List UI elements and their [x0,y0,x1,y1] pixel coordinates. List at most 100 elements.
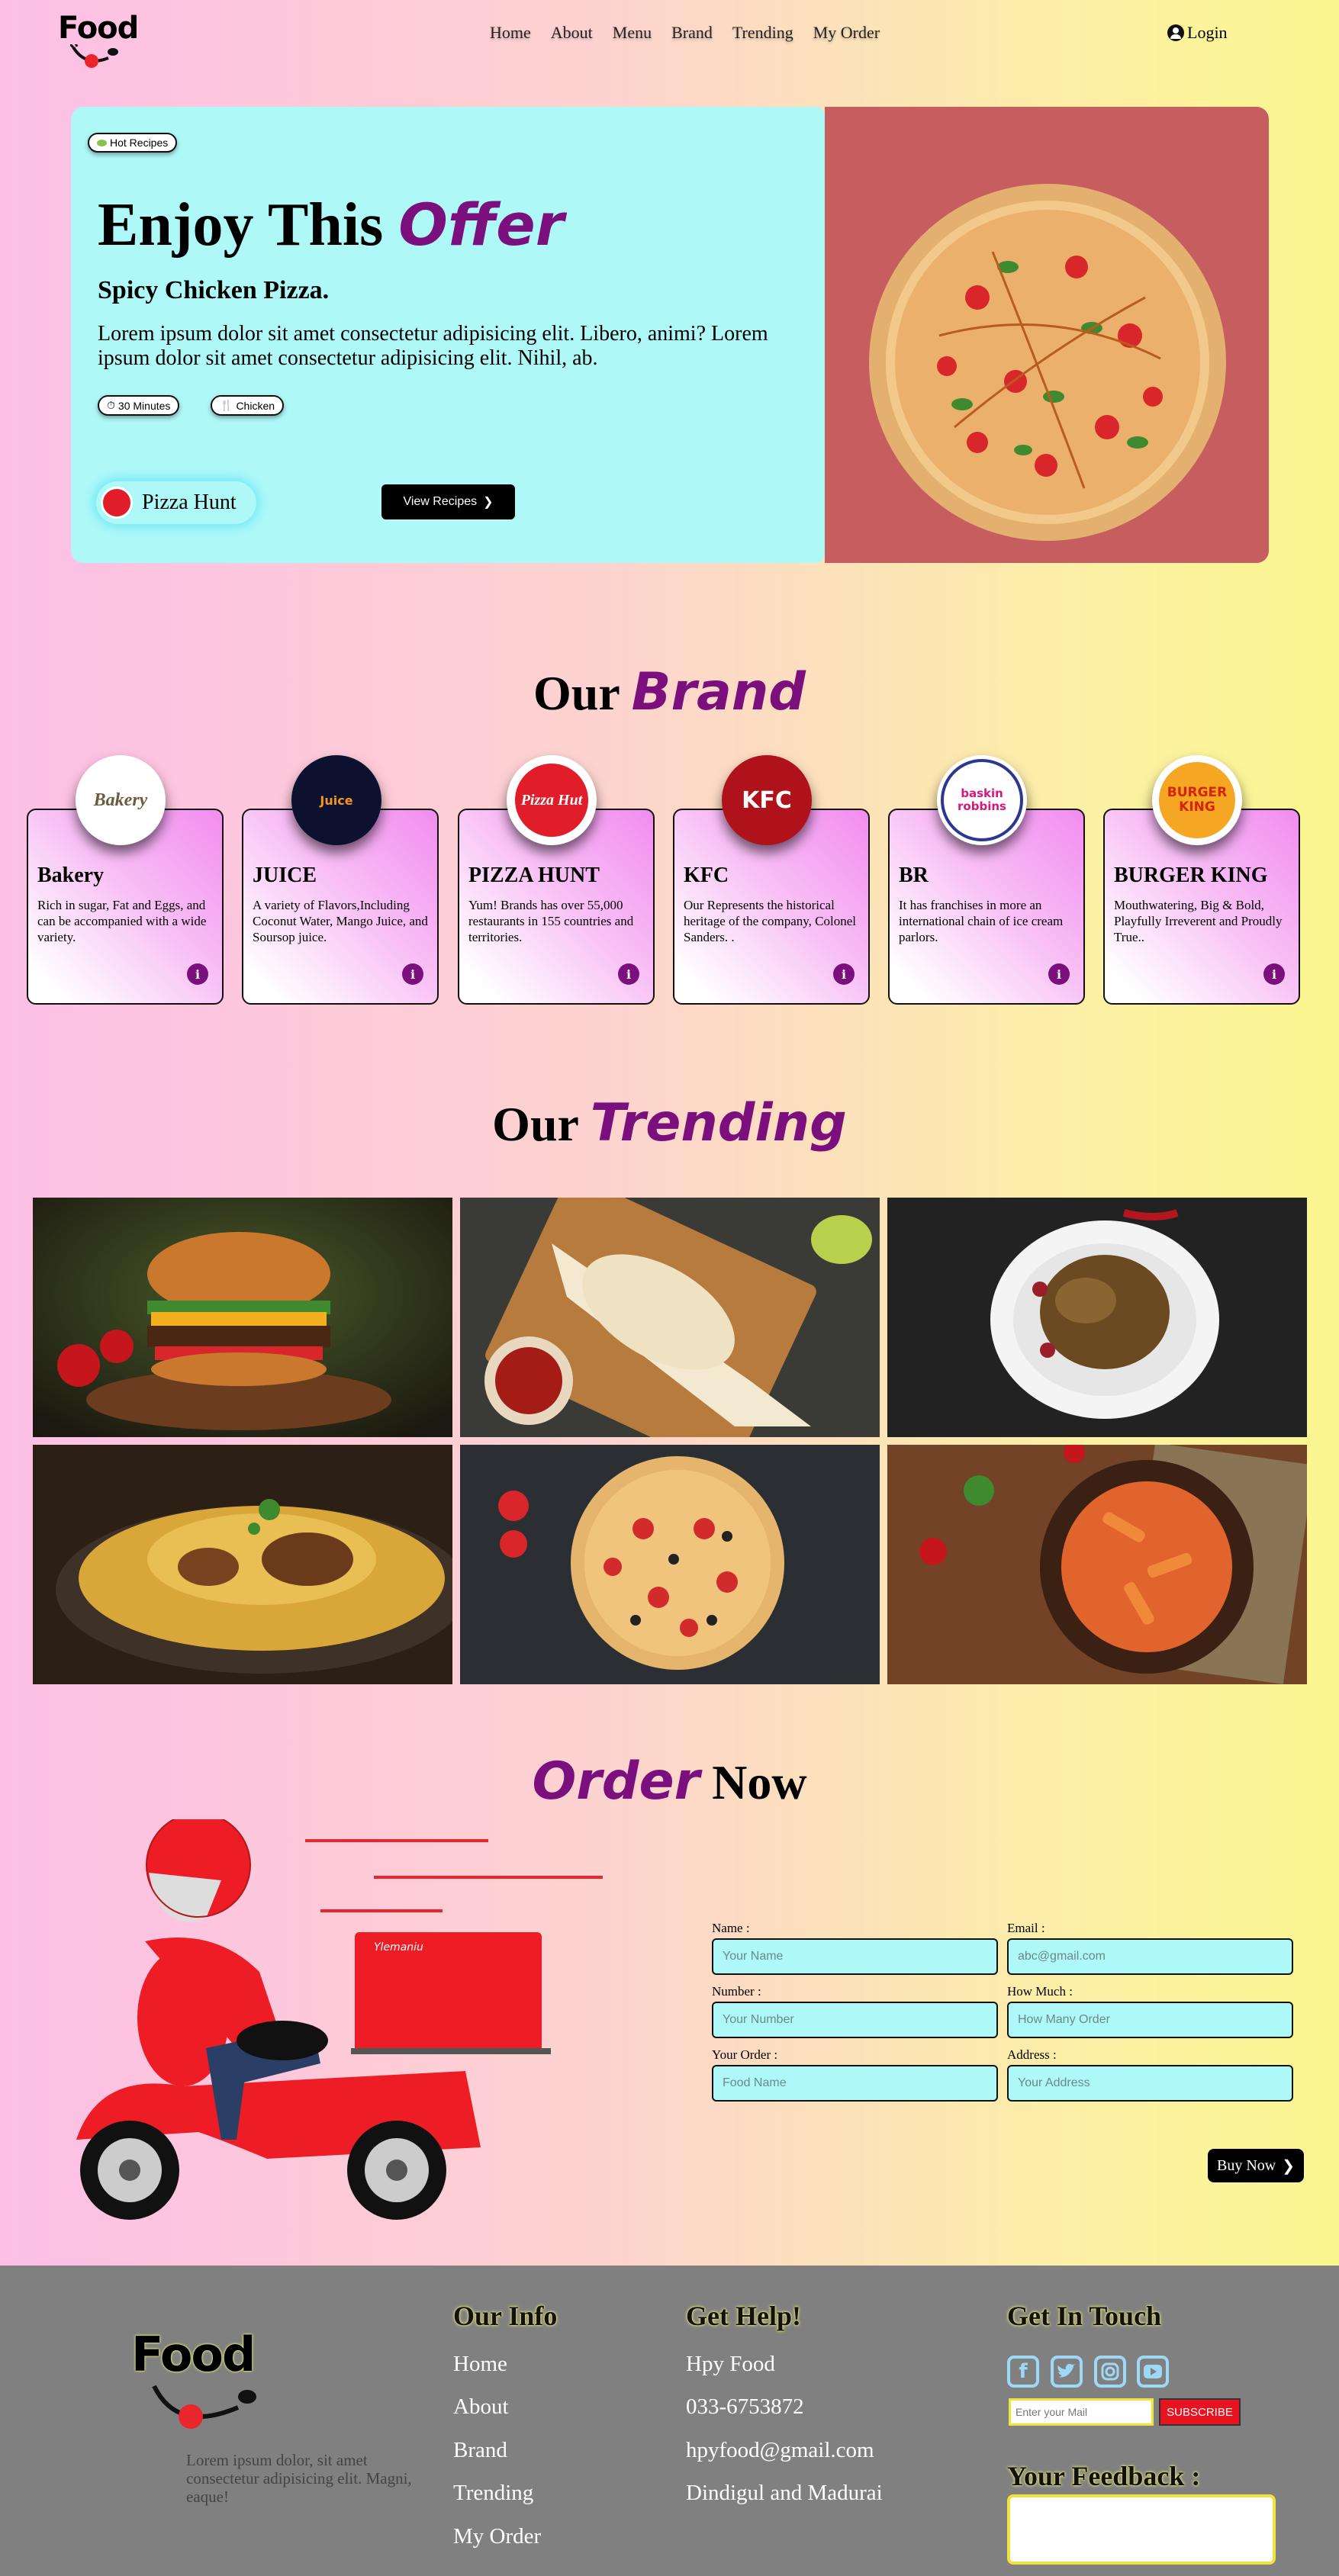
brand-description: Mouthwatering, Big & Bold, Playfully Irr… [1114,898,1283,944]
email-label: Email : [1007,1921,1045,1935]
twitter-icon[interactable] [1051,2356,1083,2388]
hot-recipes-badge: Hot Recipes [88,133,178,153]
view-recipes-button[interactable]: View Recipes ❯ [381,484,515,519]
brand-title-accent: Brand [631,662,806,722]
info-icon[interactable]: i [402,963,423,985]
trending-title-accent: Trending [590,1093,847,1153]
nav-about[interactable]: About [551,23,593,43]
kfc-logo-text: KFC [742,786,792,814]
subscribe-button[interactable]: SUBSCRIBE [1159,2398,1241,2426]
pizza-image [869,184,1226,541]
trending-roast-chicken-image[interactable] [887,1198,1307,1437]
fork-knife-icon: 🍴 [220,399,233,411]
footer-link-about[interactable]: About [453,2394,509,2420]
nav-menu[interactable]: Menu [613,23,652,43]
user-icon [1167,24,1184,41]
help-location: Dindigul and Madurai [686,2481,883,2505]
name-input[interactable]: Your Name [712,1938,998,1975]
hot-recipes-label: Hot Recipes [110,137,169,149]
info-icon[interactable]: i [618,963,639,985]
trending-pasta-image[interactable] [887,1445,1307,1684]
footer-logo-text: Food [131,2327,256,2382]
login-button[interactable]: Login [1167,23,1228,43]
brand-description: It has franchises in more an internation… [899,898,1064,944]
juice-logo: Juice [291,755,381,845]
site-logo[interactable]: Food [55,11,154,72]
footer-link-trending[interactable]: Trending [453,2481,533,2506]
number-label: Number : [712,1984,761,1999]
email-input[interactable]: abc@gmail.com [1007,1938,1293,1975]
fork-spoon-logo-icon [70,44,118,68]
nav-brand[interactable]: Brand [671,23,713,43]
brand-description: Rich in sugar, Fat and Eggs, and can be … [37,898,207,944]
brand-title-text: Our [533,666,620,720]
scooter-box-brand: Ylemaniu [374,1941,423,1954]
facebook-icon[interactable]: f [1007,2356,1039,2388]
brand-name: Pizza Hunt [142,490,237,514]
main-menu: Home About Menu Brand Trending My Order [490,23,880,43]
hero-image-panel [825,107,1269,563]
pizza-hut-logo-icon [101,487,133,519]
bakery-logo-text: Bakery [93,790,148,810]
info-icon[interactable]: i [187,963,208,985]
footer-about-text: Lorem ipsum dolor, sit amet consectetur … [186,2451,412,2506]
newsletter-email-input[interactable]: Enter your Mail [1009,2398,1154,2426]
time-tag: ⏱ 30 Minutes [98,395,180,416]
buy-now-button[interactable]: Buy Now ❯ [1208,2149,1304,2182]
trending-biryani-image[interactable] [33,1445,452,1684]
brand-name: BR [899,863,929,887]
view-recipes-label: View Recipes [403,495,478,508]
footer-link-home[interactable]: Home [453,2352,507,2377]
pizza-hunt-brand[interactable]: Pizza Hunt [96,481,256,524]
footer-link-brand[interactable]: Brand [453,2438,507,2463]
help-email[interactable]: hpyfood@gmail.com [686,2438,874,2463]
nav-home[interactable]: Home [490,23,531,43]
youtube-icon[interactable] [1137,2356,1169,2388]
footer-link-my-order[interactable]: My Order [453,2524,541,2549]
nav-my-order[interactable]: My Order [813,23,880,43]
how-much-input[interactable]: How Many Order [1007,2002,1293,2038]
leaf-icon [97,139,107,146]
brand-name: BURGER KING [1114,863,1268,887]
trending-section-title: Our Trending [0,1093,1339,1153]
burger-king-logo-text: BURGER KING [1167,785,1228,815]
name-label: Name : [712,1921,750,1935]
your-order-input[interactable]: Food Name [712,2065,998,2102]
category-tag-label: Chicken [236,399,275,412]
juice-logo-text: Juice [320,793,353,808]
nav-trending[interactable]: Trending [732,23,793,43]
trending-burger-image[interactable] [33,1198,452,1437]
brand-description: Our Represents the historical heritage o… [684,898,856,944]
logo-text: Food [58,11,139,46]
order-section-title: Order Now [0,1751,1339,1812]
how-much-label: How Much : [1007,1984,1073,1999]
trending-wrap-image[interactable] [460,1198,880,1437]
help-phone[interactable]: 033-6753872 [686,2394,804,2420]
hero-description: Lorem ipsum dolor sit amet consectetur a… [98,322,768,370]
number-input[interactable]: Your Number [712,2002,998,2038]
hero-offer-card: Hot Recipes Enjoy This Offer Spicy Chick… [71,107,1269,563]
brand-name: PIZZA HUNT [468,863,600,887]
footer-logo[interactable]: Food [130,2327,282,2433]
brand-section-title: Our Brand [0,662,1339,722]
trending-pizza-image[interactable] [460,1445,880,1684]
get-in-touch-title: Get In Touch [1007,2301,1162,2331]
login-label: Login [1187,23,1228,42]
feedback-textarea[interactable] [1007,2494,1276,2565]
order-title-text: Now [712,1755,807,1809]
time-tag-label: 30 Minutes [117,399,171,412]
info-icon[interactable]: i [833,963,855,985]
info-icon[interactable]: i [1048,963,1070,985]
hero-content: Hot Recipes Enjoy This Offer Spicy Chick… [71,107,825,563]
brand-name: KFC [684,863,729,887]
timer-icon: ⏱ [107,399,115,411]
hero-title: Enjoy This Offer [98,191,564,260]
brand-name: JUICE [253,863,317,887]
info-icon[interactable]: i [1263,963,1285,985]
baskin-robbins-logo: baskin robbins [937,755,1027,845]
instagram-icon[interactable] [1094,2356,1126,2388]
top-navbar: Food Home About Menu Brand Trending My O… [0,0,1339,69]
address-input[interactable]: Your Address [1007,2065,1293,2102]
hero-subtitle: Spicy Chicken Pizza. [98,276,330,304]
pizza-hut-logo-text: Pizza Hut [520,791,583,809]
